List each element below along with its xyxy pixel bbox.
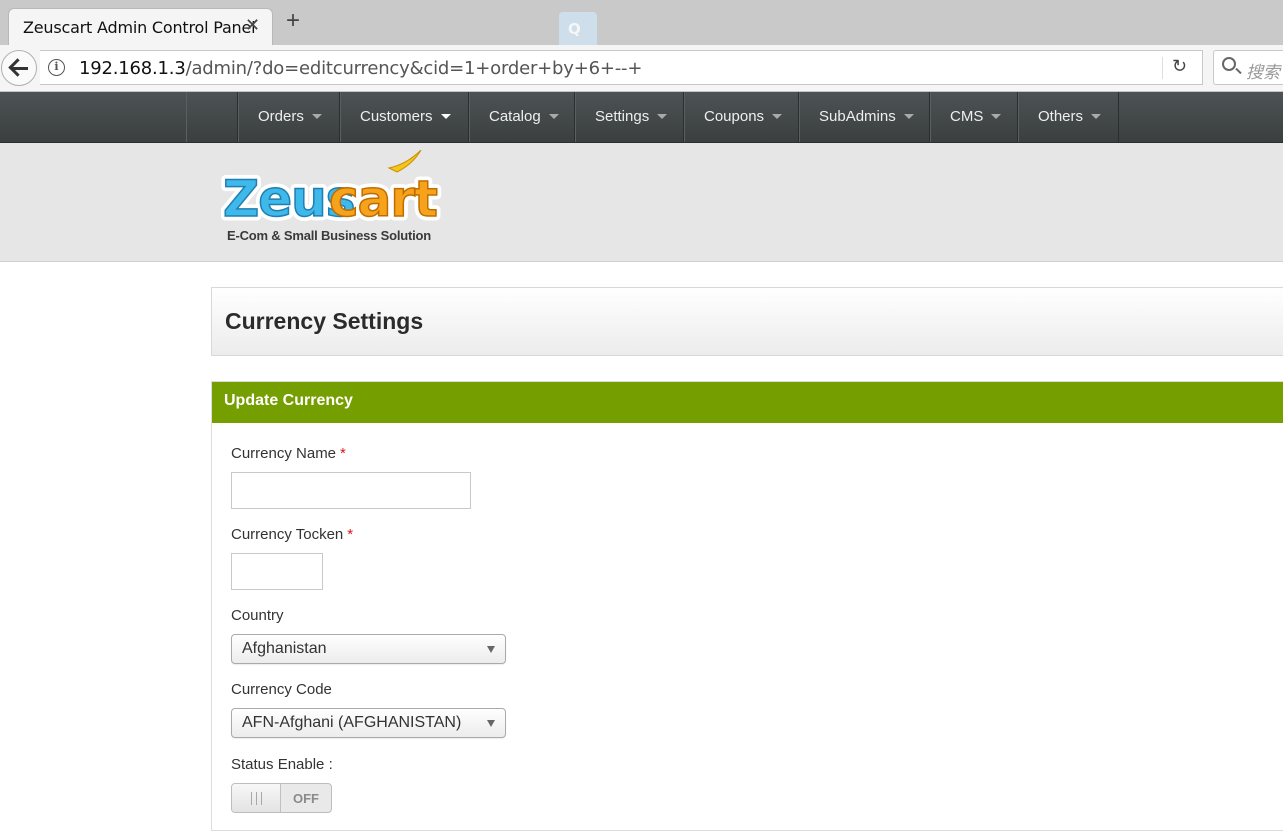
- currency-name-label: Currency Name *: [231, 445, 346, 462]
- panel-header: Update Currency: [212, 382, 1283, 423]
- grip-line: [261, 792, 262, 805]
- admin-navbar: Orders Customers Catalog Settings Coupon…: [0, 92, 1283, 143]
- new-tab-button[interactable]: +: [286, 9, 300, 33]
- nav-catalog[interactable]: Catalog: [469, 92, 575, 142]
- currency-token-label: Currency Tocken *: [231, 526, 354, 543]
- info-icon[interactable]: i: [48, 59, 65, 76]
- back-arrow-icon[interactable]: [1, 50, 37, 86]
- currency-name-input[interactable]: [231, 472, 471, 509]
- nav-orders[interactable]: Orders: [238, 92, 340, 142]
- caret-down-icon: [440, 113, 451, 119]
- nav-others[interactable]: Others: [1018, 92, 1119, 142]
- extension-icon[interactable]: Q: [559, 12, 597, 49]
- country-label: Country: [231, 607, 284, 624]
- dropdown-arrow-icon: [487, 646, 495, 653]
- nav-settings[interactable]: Settings: [575, 92, 684, 142]
- currency-code-selected-value: AFN-Afghani (AFGHANISTAN): [242, 714, 462, 731]
- currency-code-label: Currency Code: [231, 681, 332, 698]
- address-separator: [1162, 57, 1163, 79]
- url-host: 192.168.1.3: [79, 58, 186, 79]
- caret-down-icon: [311, 113, 322, 119]
- nav-spacer: [186, 92, 238, 142]
- browser-tab[interactable]: Zeuscart Admin Control Panel ✕: [8, 8, 273, 45]
- address-bar[interactable]: i 192.168.1.3/admin/?do=editcurrency&cid…: [40, 50, 1203, 85]
- search-placeholder: 搜索: [1246, 63, 1280, 83]
- nav-customers[interactable]: Customers: [340, 92, 469, 142]
- header-band: [0, 143, 1283, 262]
- grip-line: [256, 792, 257, 805]
- update-currency-panel: Update Currency Currency Name * Currency …: [211, 381, 1283, 831]
- currency-code-select[interactable]: AFN-Afghani (AFGHANISTAN): [231, 708, 506, 738]
- caret-down-icon: [657, 113, 668, 119]
- reload-icon[interactable]: ↻: [1172, 56, 1187, 77]
- grip-line: [251, 792, 252, 805]
- currency-token-input[interactable]: [231, 553, 323, 590]
- dropdown-arrow-icon: [487, 720, 495, 727]
- browser-search-box[interactable]: 搜索: [1213, 50, 1283, 85]
- logo-wordmark: Zeus cart Zeus cart: [219, 149, 443, 233]
- url-path: /admin/?do=editcurrency&cid=1+order+by+6…: [185, 58, 643, 79]
- zeuscart-logo[interactable]: Zeus cart Zeus cart E-Com & Small Busine…: [219, 149, 451, 250]
- caret-down-icon: [903, 113, 914, 119]
- browser-tabstrip: Zeuscart Admin Control Panel ✕ + Q: [0, 0, 1283, 49]
- svg-text:cart: cart: [329, 170, 437, 228]
- required-mark: *: [340, 445, 346, 462]
- toggle-handle[interactable]: [232, 784, 281, 812]
- country-selected-value: Afghanistan: [242, 640, 327, 657]
- caret-down-icon: [772, 113, 783, 119]
- close-tab-icon[interactable]: ✕: [245, 15, 260, 36]
- required-mark: *: [347, 526, 354, 543]
- nav-coupons[interactable]: Coupons: [684, 92, 799, 142]
- navigation-bar: i 192.168.1.3/admin/?do=editcurrency&cid…: [0, 45, 1283, 92]
- status-enable-label: Status Enable :: [231, 756, 333, 773]
- tab-title: Zeuscart Admin Control Panel: [23, 18, 256, 37]
- page-title-panel: Currency Settings: [211, 287, 1283, 356]
- panel-header-title: Update Currency: [224, 392, 353, 409]
- search-icon: [1222, 57, 1236, 71]
- logo-tagline: E-Com & Small Business Solution: [227, 228, 431, 243]
- caret-down-icon: [548, 113, 559, 119]
- nav-subadmins[interactable]: SubAdmins: [799, 92, 930, 142]
- toggle-off-label: OFF: [293, 791, 319, 806]
- nav-cms[interactable]: CMS: [930, 92, 1018, 142]
- country-select[interactable]: Afghanistan: [231, 634, 506, 664]
- caret-down-icon: [1091, 113, 1102, 119]
- status-toggle[interactable]: OFF: [231, 783, 332, 813]
- page-title: Currency Settings: [225, 308, 424, 334]
- caret-down-icon: [991, 113, 1002, 119]
- url-text: 192.168.1.3/admin/?do=editcurrency&cid=1…: [79, 58, 642, 79]
